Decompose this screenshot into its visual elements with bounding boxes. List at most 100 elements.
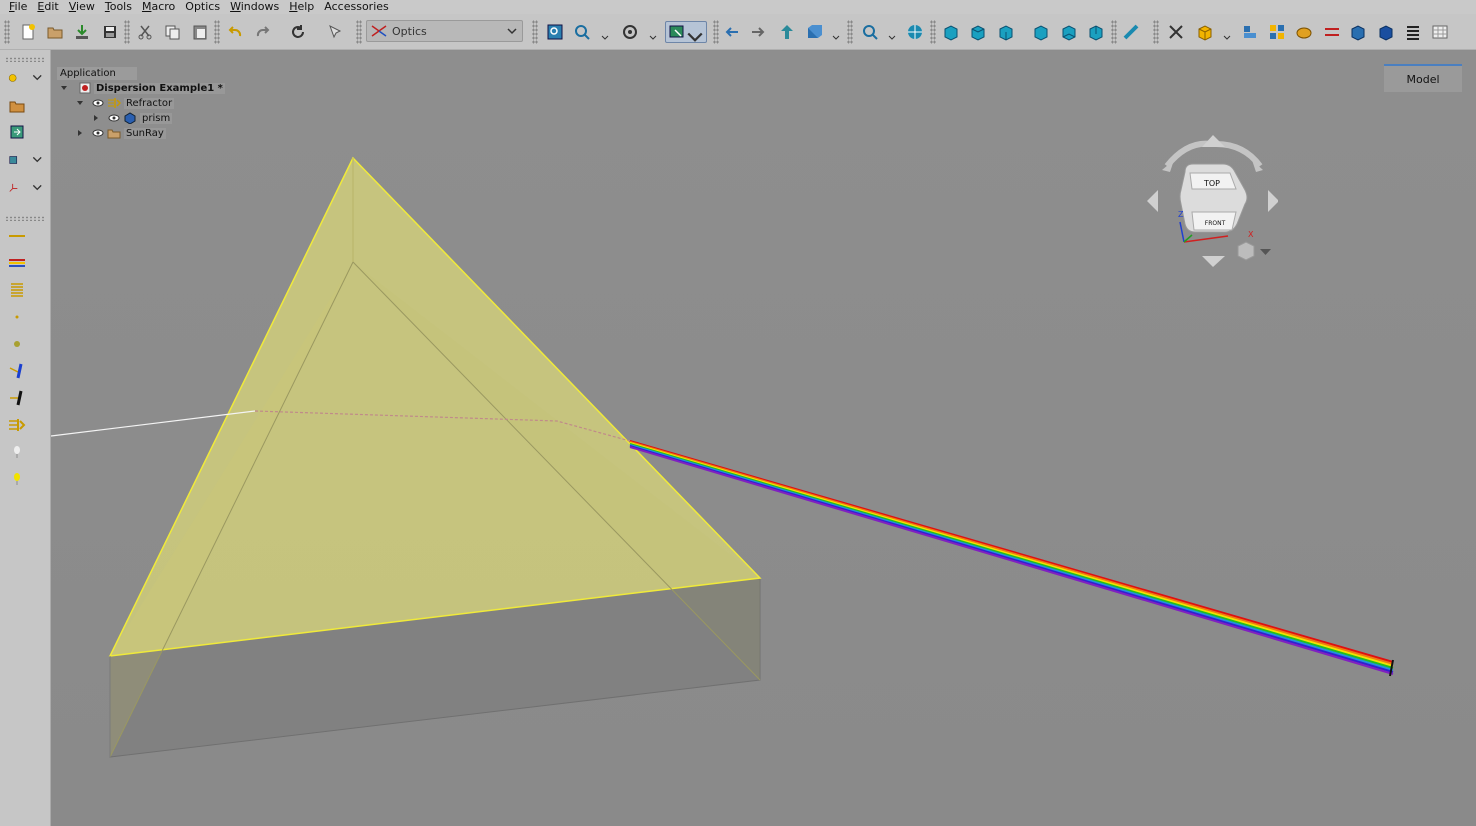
save-icon[interactable] [71,21,93,43]
cube-icon[interactable] [1375,21,1397,43]
chevron-down-icon[interactable] [1223,34,1231,42]
chevron-down-icon[interactable] [60,84,68,92]
ray-icon[interactable] [1321,21,1343,43]
refractor-icon[interactable] [8,414,42,436]
mirror-icon[interactable] [8,360,42,382]
menu-file[interactable]: File [4,0,32,14]
toolbar-grip[interactable] [4,20,10,44]
visibility-eye-icon[interactable] [92,98,104,108]
import-icon[interactable] [8,121,42,143]
tab-model[interactable]: Model [1384,64,1462,92]
chevron-down-icon[interactable] [76,99,84,107]
view-menu-cube-icon[interactable] [1237,241,1255,261]
chevron-right-icon[interactable] [76,129,84,137]
selection-filter-button[interactable] [665,21,707,43]
copy-icon[interactable] [161,21,183,43]
toolbar-grip[interactable] [1153,20,1159,44]
back-arrow-icon[interactable] [721,21,743,43]
menu-windows[interactable]: Windows [225,0,284,14]
menu-view[interactable]: View [64,0,100,14]
axes-icon[interactable] [8,177,42,199]
menu-help[interactable]: Help [284,0,319,14]
part-icon[interactable] [803,21,825,43]
lamp-off-icon[interactable] [8,441,42,463]
sun-source-icon[interactable] [8,333,42,355]
tree-item-sunray[interactable]: SunRay [76,126,166,140]
draw-style-icon[interactable] [619,21,641,43]
tools-icon[interactable] [1165,21,1187,43]
refresh-icon[interactable] [287,21,309,43]
export-icon[interactable] [8,149,42,171]
beam-icon[interactable] [8,252,42,274]
prism-front-face[interactable] [108,156,762,657]
menu-optics[interactable]: Optics [180,0,225,14]
toolbar-grip[interactable] [214,20,220,44]
cut-icon[interactable] [134,21,156,43]
point-source-icon[interactable] [8,306,42,328]
whats-this-icon[interactable] [324,21,346,43]
assembly-icon[interactable] [1239,21,1261,43]
chevron-right-icon[interactable] [92,114,100,122]
toolbar-grip[interactable] [356,20,362,44]
chevron-down-icon[interactable] [832,34,840,42]
toolbar-grip[interactable] [532,20,538,44]
visibility-eye-icon[interactable] [108,113,120,123]
right-view-icon[interactable] [995,21,1017,43]
zoom-icon[interactable] [859,21,881,43]
visibility-eye-icon[interactable] [92,128,104,138]
menu-accessories[interactable]: Accessories [319,0,393,14]
arrow-down-icon[interactable] [1202,256,1225,267]
folder-icon[interactable] [8,95,42,117]
toolbar-grip[interactable] [5,216,45,221]
arrow-right-icon[interactable] [1268,190,1278,212]
rotate-left-icon[interactable] [1164,140,1212,168]
fit-all-icon[interactable] [544,21,566,43]
navigation-cube[interactable]: TOP FRONT X Z [1143,130,1278,270]
sketch-icon[interactable] [1293,21,1315,43]
create-ray-icon[interactable] [8,67,42,89]
chevron-down-icon[interactable] [1260,249,1271,255]
toolbar-grip[interactable] [124,20,130,44]
toolbar-grip[interactable] [1111,20,1117,44]
tree-document-row[interactable]: Dispersion Example1 * [60,81,225,95]
workbench-selector[interactable]: Optics [366,20,523,42]
measure-icon[interactable] [1120,21,1142,43]
toolbar-grip[interactable] [713,20,719,44]
toolbar-grip[interactable] [5,57,45,62]
solid-icon[interactable] [1347,21,1369,43]
top-view-icon[interactable] [967,21,989,43]
spreadsheet-icon[interactable] [1429,21,1451,43]
lamp-on-icon[interactable] [8,468,42,490]
save-as-icon[interactable] [99,21,121,43]
arrow-left-icon[interactable] [1147,190,1158,212]
menu-edit[interactable]: Edit [32,0,63,14]
redo-icon[interactable] [252,21,274,43]
menu-macro[interactable]: Macro [137,0,180,14]
list-icon[interactable] [1402,21,1424,43]
chevron-down-icon[interactable] [888,34,896,42]
box-icon[interactable] [1194,21,1216,43]
forward-arrow-icon[interactable] [747,21,769,43]
tree-item-refractor[interactable]: Refractor [76,96,175,110]
left-view-icon[interactable] [1085,21,1107,43]
array-icon[interactable] [1266,21,1288,43]
chevron-down-icon[interactable] [649,34,657,42]
front-view-icon[interactable] [940,21,962,43]
single-ray-icon[interactable] [8,225,42,247]
ray-fan-icon[interactable] [8,279,42,301]
new-document-icon[interactable] [17,21,39,43]
tree-item-prism[interactable]: prism [92,111,173,125]
toolbar-grip[interactable] [847,20,853,44]
undo-icon[interactable] [224,21,246,43]
absorber-icon[interactable] [8,387,42,409]
bottom-view-icon[interactable] [1058,21,1080,43]
paste-icon[interactable] [189,21,211,43]
rear-view-icon[interactable] [1030,21,1052,43]
open-document-icon[interactable] [44,21,66,43]
chevron-down-icon[interactable] [601,34,609,42]
fit-selection-icon[interactable] [571,21,593,43]
menu-tools[interactable]: Tools [100,0,137,14]
isometric-view-icon[interactable] [904,21,926,43]
toolbar-grip[interactable] [930,20,936,44]
send-to-python-icon[interactable] [776,21,798,43]
